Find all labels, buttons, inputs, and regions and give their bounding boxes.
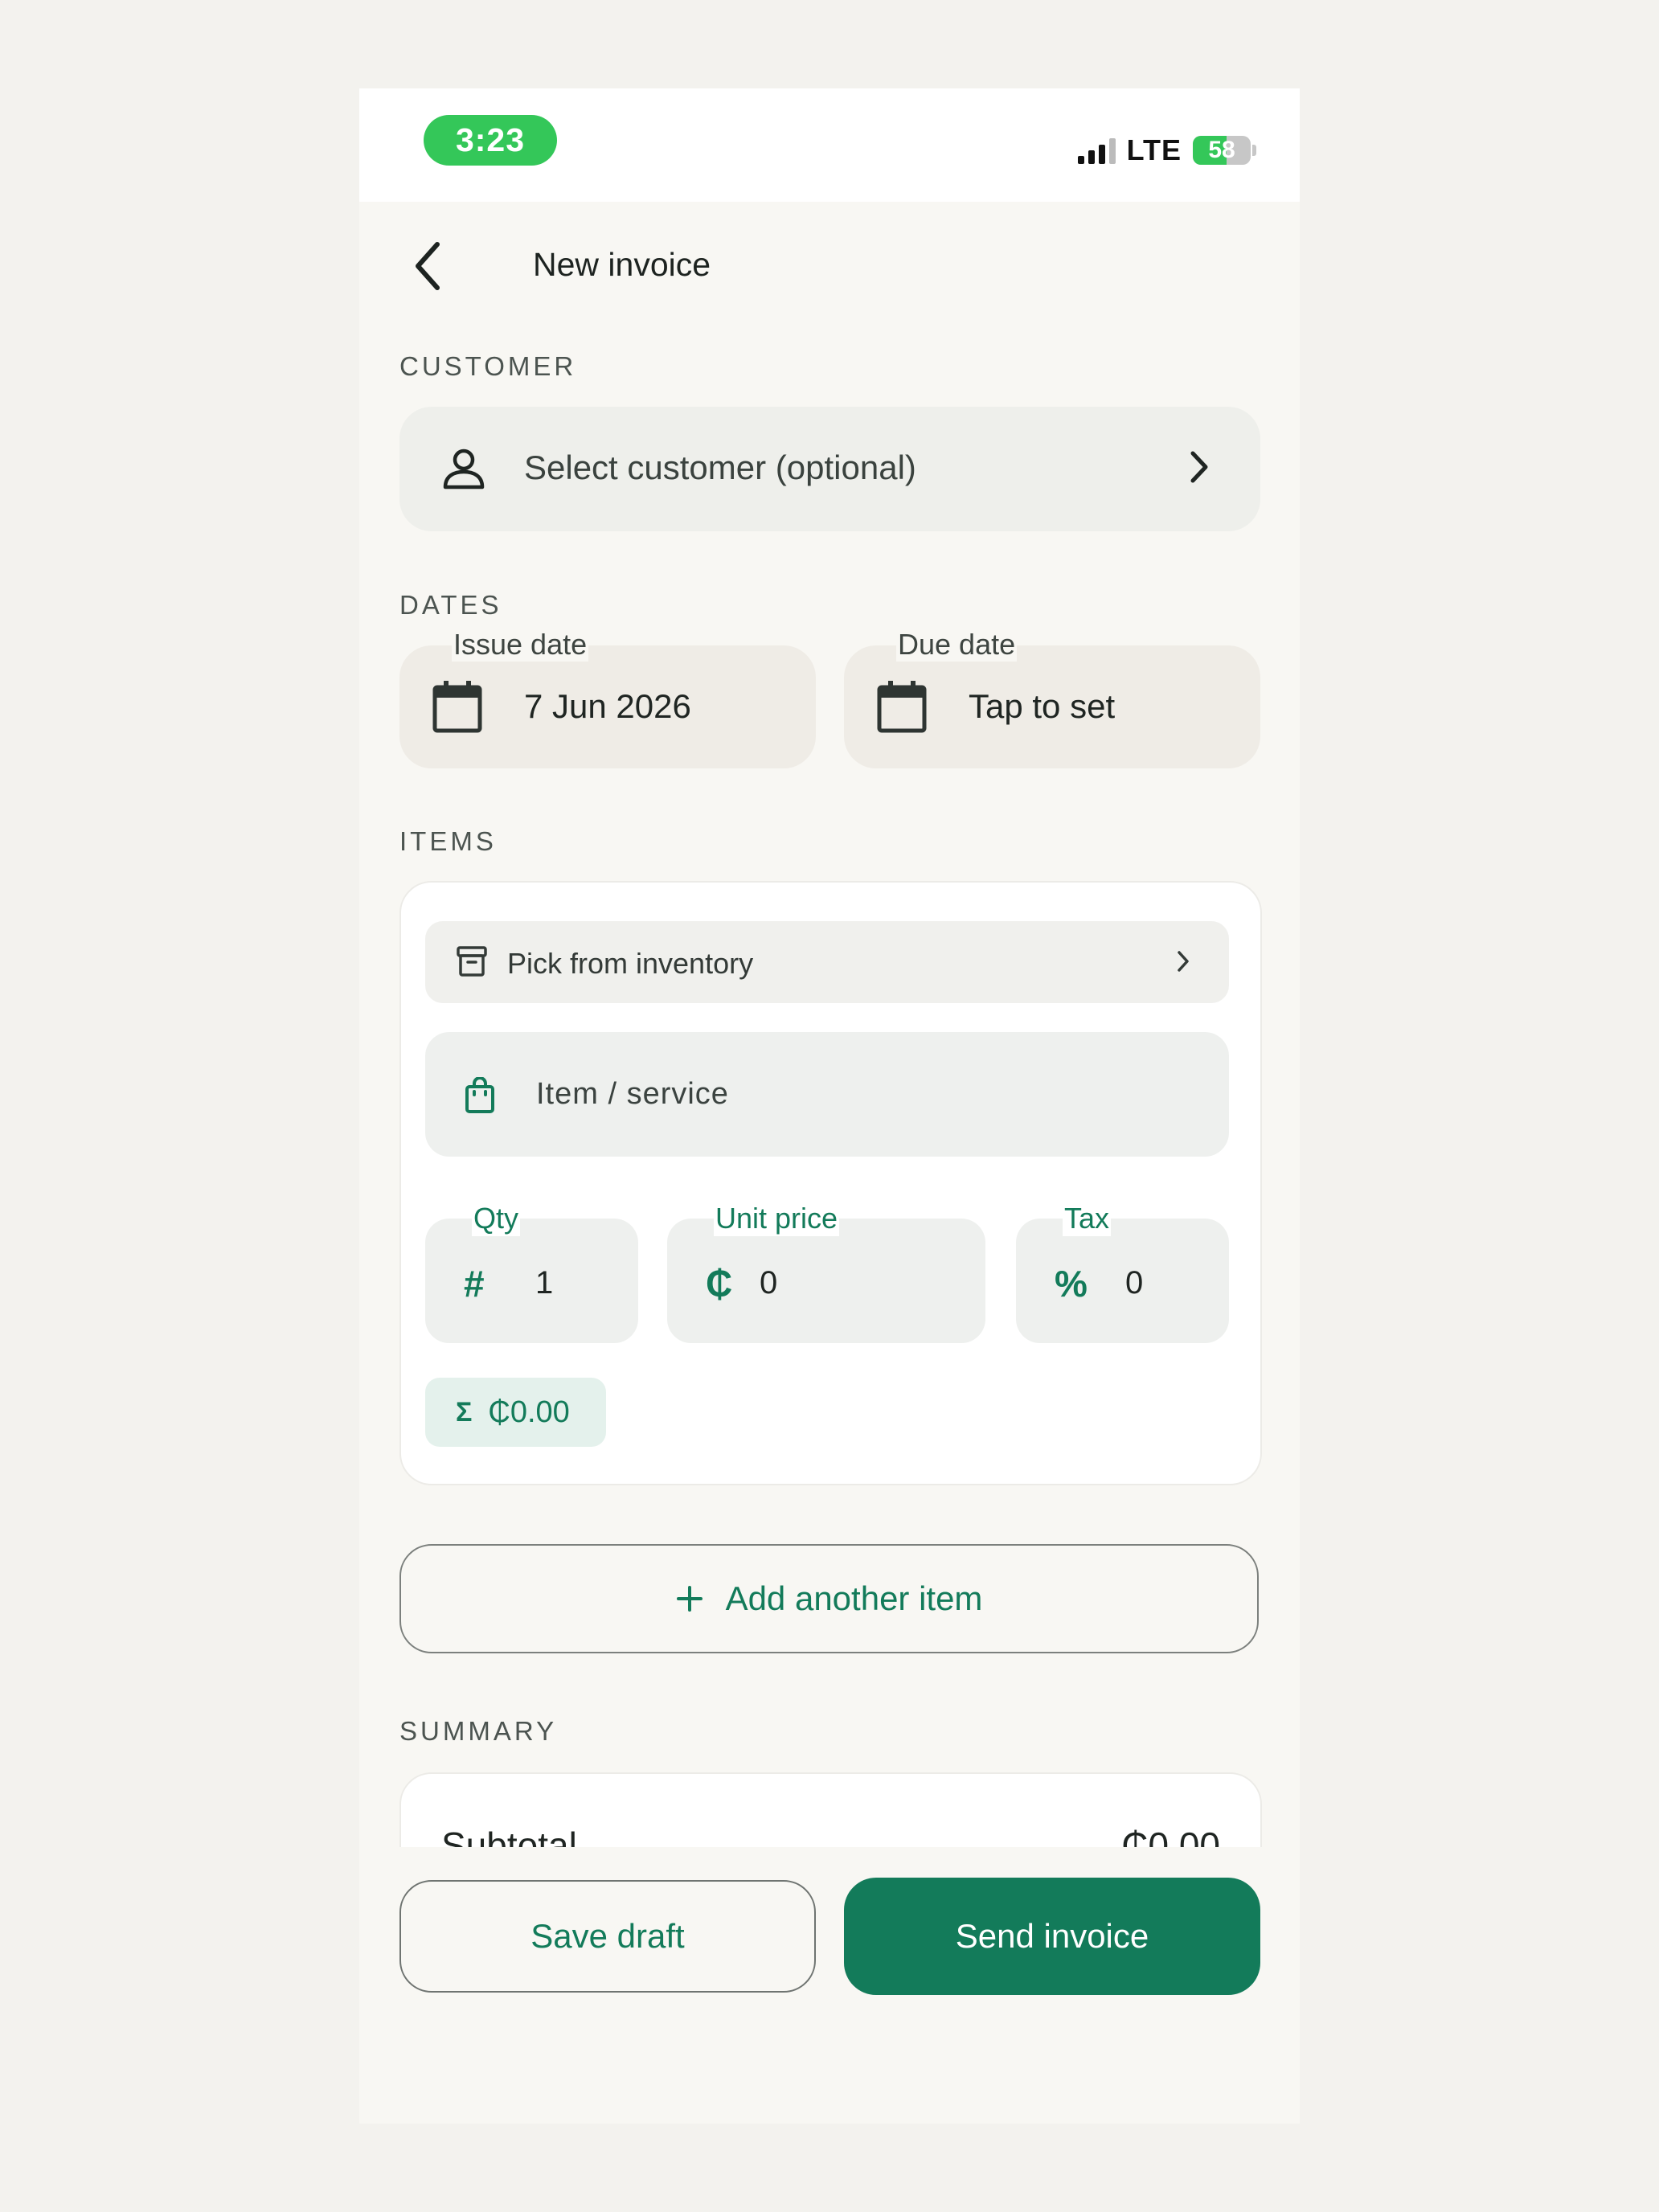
add-another-item-button[interactable]: Add another item <box>399 1544 1259 1653</box>
shopping-bag-icon <box>465 1077 494 1113</box>
customer-section-label: CUSTOMER <box>399 351 577 381</box>
battery-tip <box>1252 145 1256 156</box>
plus-icon <box>676 1586 703 1612</box>
select-customer-label: Select customer (optional) <box>524 449 916 486</box>
line-total-chip: Σ ₵0.00 <box>425 1378 606 1447</box>
issue-date-label: Issue date <box>452 628 589 662</box>
items-card: Pick from inventory Item / service Qty #… <box>399 881 1262 1485</box>
item-service-input[interactable]: Item / service <box>425 1032 1229 1157</box>
tax-field[interactable]: Tax % 0 <box>1016 1201 1229 1343</box>
items-section-label: ITEMS <box>399 826 497 856</box>
dates-section-label: DATES <box>399 590 502 620</box>
due-date-value: Tap to set <box>969 687 1116 725</box>
pick-from-inventory-button[interactable]: Pick from inventory <box>425 921 1229 1003</box>
app-header: New invoice <box>359 202 1300 322</box>
due-date-field[interactable]: Due date Tap to set <box>844 628 1260 768</box>
page-title: New invoice <box>533 246 711 283</box>
summary-section-label: SUMMARY <box>399 1716 558 1746</box>
chevron-left-icon <box>416 242 440 290</box>
hash-icon: # <box>464 1263 485 1305</box>
calendar-icon <box>432 681 482 733</box>
item-service-placeholder: Item / service <box>536 1077 729 1111</box>
qty-field[interactable]: Qty # 1 <box>425 1201 638 1343</box>
sigma-icon: Σ <box>456 1396 473 1428</box>
pick-from-inventory-label: Pick from inventory <box>507 947 754 980</box>
network-type: LTE <box>1126 133 1182 166</box>
add-another-item-label: Add another item <box>725 1579 983 1617</box>
calendar-icon <box>877 681 927 733</box>
issue-date-field[interactable]: Issue date 7 Jun 2026 <box>399 628 816 768</box>
battery-icon: 58 <box>1193 136 1251 165</box>
line-total-value: ₵0.00 <box>488 1395 570 1429</box>
percent-icon: % <box>1055 1263 1088 1305</box>
select-customer-button[interactable]: Select customer (optional) <box>399 407 1260 531</box>
user-icon <box>443 449 485 490</box>
send-invoice-button[interactable]: Send invoice <box>844 1878 1260 1995</box>
status-time: 3:23 <box>424 115 557 166</box>
qty-label: Qty <box>472 1201 521 1236</box>
unit-price-value: 0 <box>760 1265 778 1301</box>
status-indicators: LTE 58 <box>1077 133 1256 168</box>
unit-price-label: Unit price <box>714 1201 840 1236</box>
status-bar: 3:23 LTE 58 <box>359 88 1300 202</box>
qty-value: 1 <box>535 1265 554 1301</box>
chevron-right-icon <box>1178 951 1189 972</box>
archive-box-icon <box>457 946 487 977</box>
save-draft-button[interactable]: Save draft <box>399 1880 816 1993</box>
tax-label: Tax <box>1063 1201 1112 1236</box>
chevron-right-icon <box>1190 451 1208 483</box>
issue-date-value: 7 Jun 2026 <box>524 687 691 725</box>
battery-level: 58 <box>1208 137 1235 163</box>
due-date-label: Due date <box>896 628 1018 662</box>
phone-screen: 3:23 LTE 58 New invoice CUSTOMER Select … <box>359 88 1300 2124</box>
unit-price-field[interactable]: Unit price ₵ 0 <box>667 1201 985 1343</box>
signal-icon <box>1077 137 1116 164</box>
tax-value: 0 <box>1125 1265 1144 1301</box>
back-button[interactable] <box>399 234 456 298</box>
cedi-icon: ₵ <box>706 1263 733 1305</box>
bottom-action-bar: Save draft Send invoice <box>359 1847 1300 2124</box>
